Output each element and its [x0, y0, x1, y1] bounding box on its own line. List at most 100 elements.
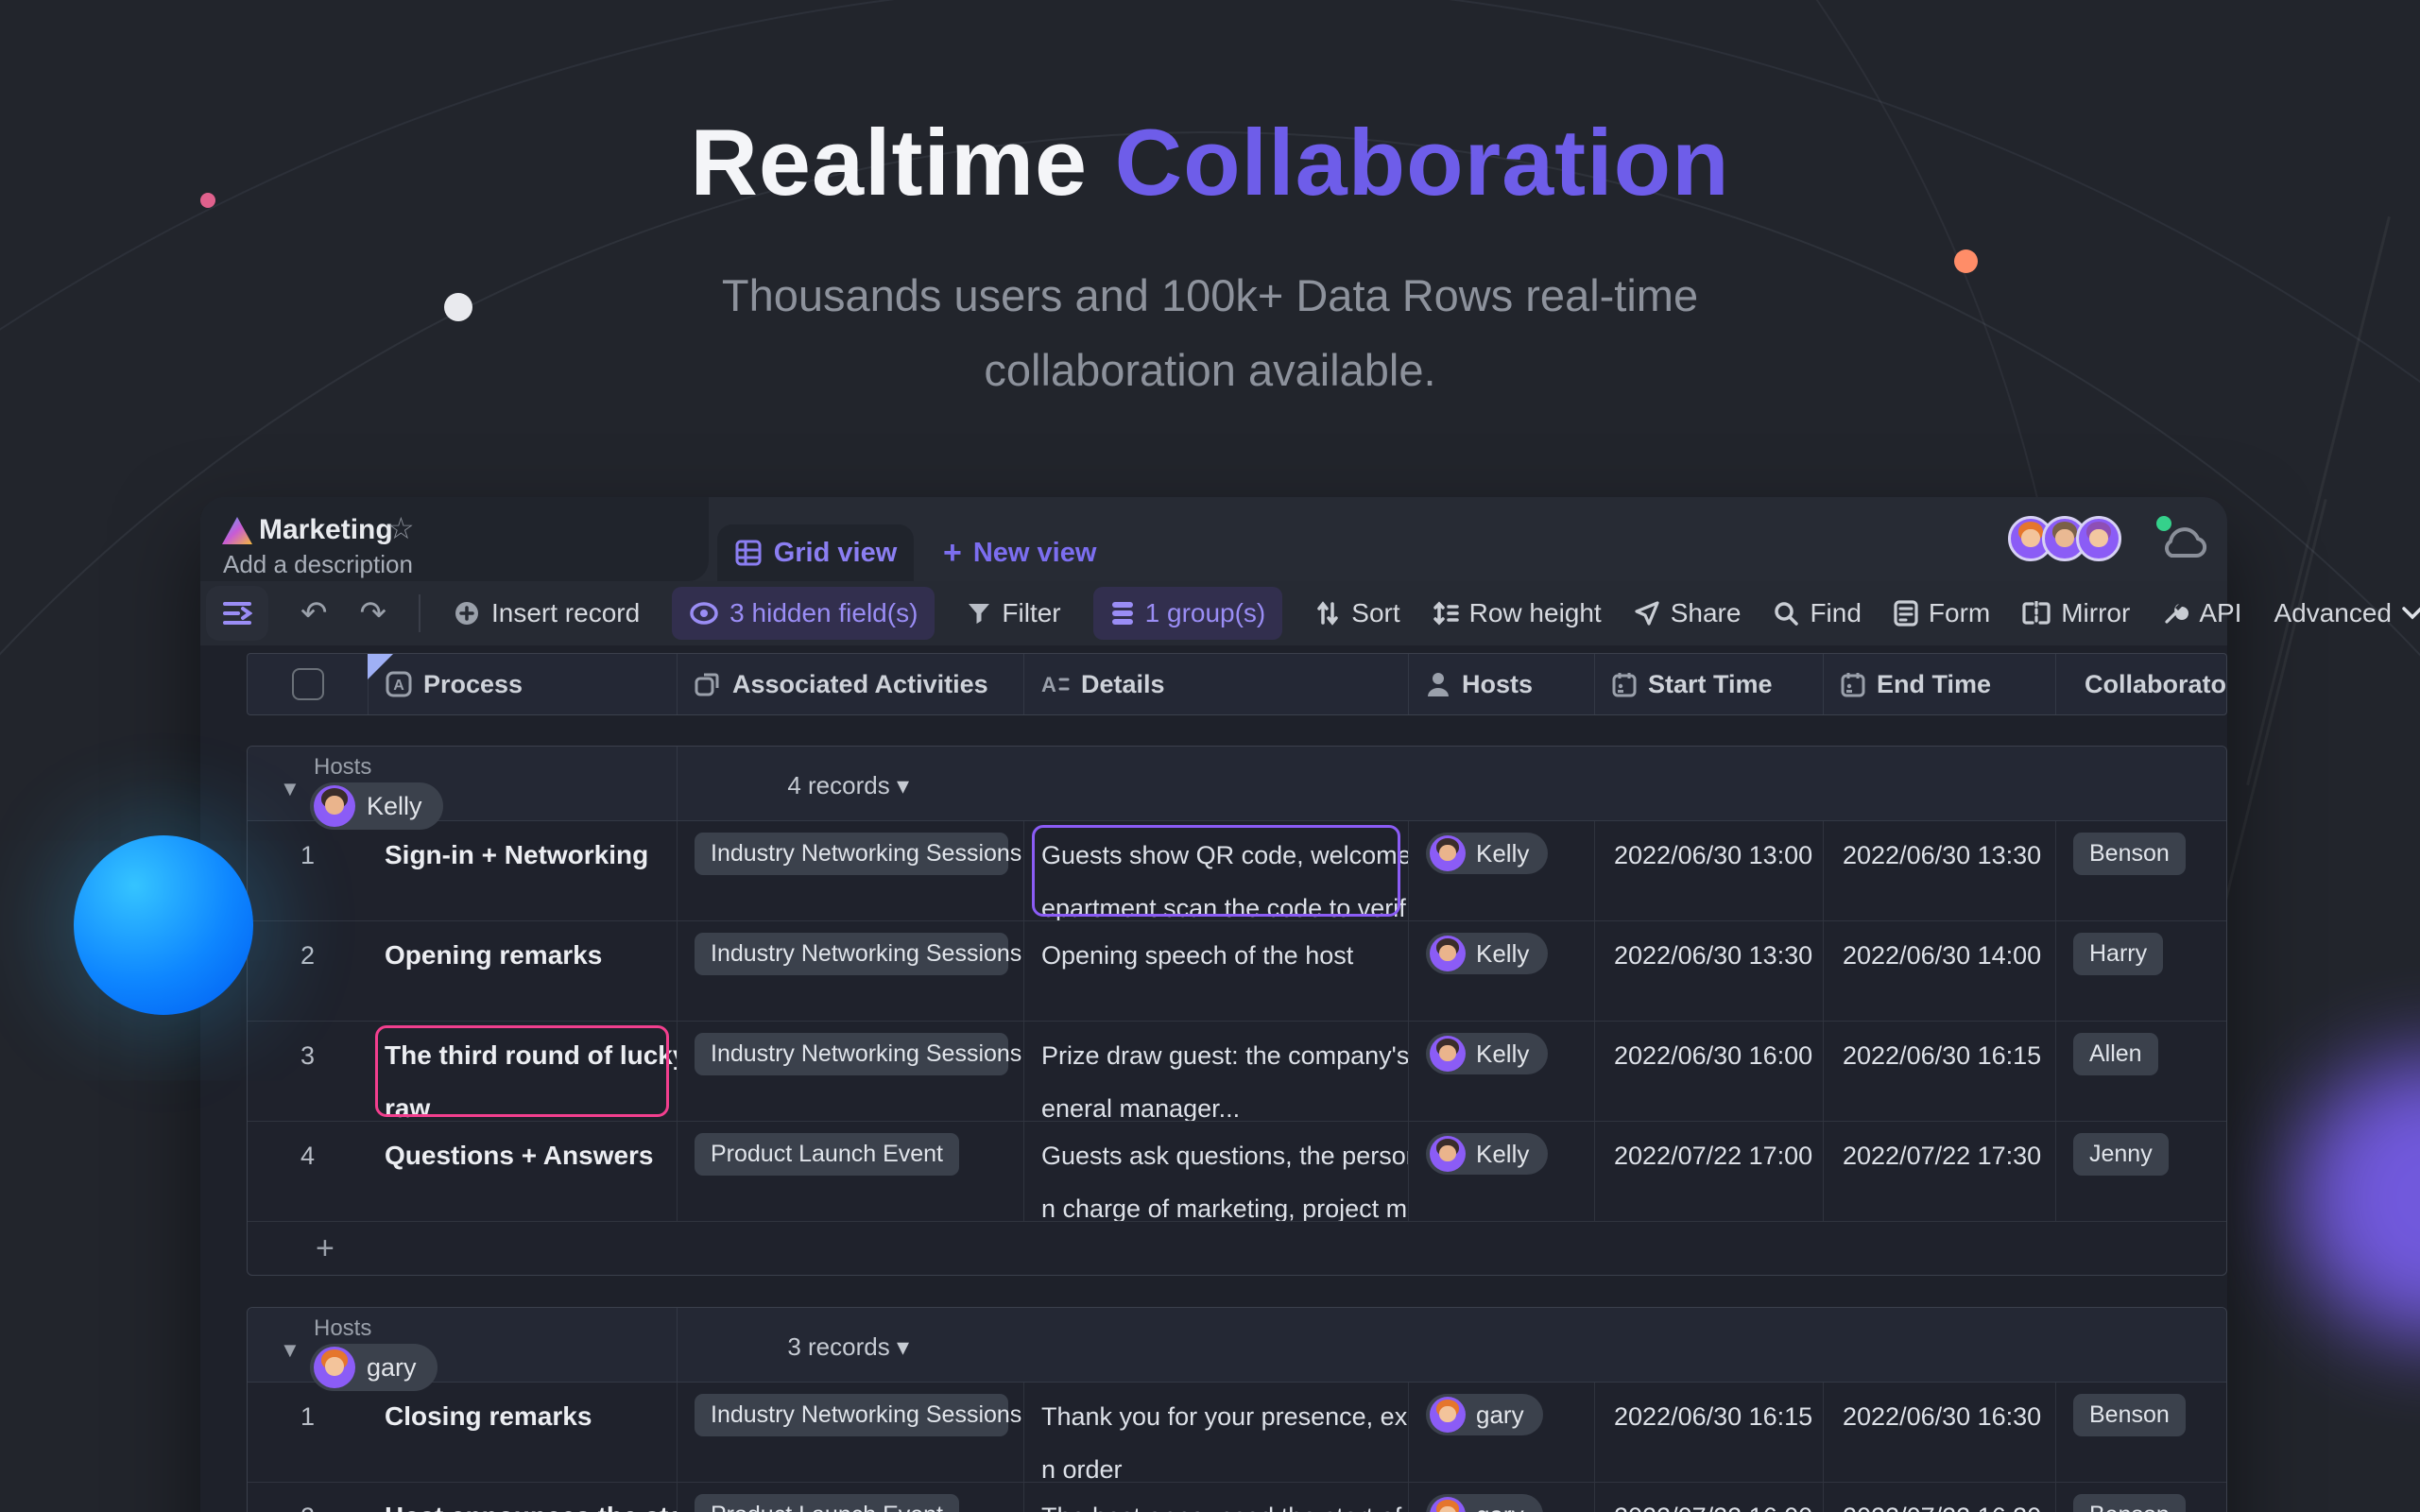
table-row[interactable]: 1 Closing remarks Industry Networking Se… — [248, 1383, 2226, 1482]
table-row[interactable]: 4 Questions + Answers Product Launch Eve… — [248, 1121, 2226, 1221]
cell-collaborator[interactable]: Benson — [2055, 821, 2228, 920]
row-number: 2 — [300, 941, 316, 970]
cell-hosts[interactable]: Kelly — [1408, 821, 1594, 920]
sort-button[interactable]: Sort — [1314, 598, 1400, 628]
column-header-associated-activities[interactable]: Associated Activities — [677, 654, 1023, 714]
page-title: Realtime Collaboration — [690, 110, 1730, 215]
cell-start-time[interactable]: 2022/06/30 16:15 — [1594, 1383, 1823, 1482]
column-header-collaborator[interactable]: Collaborator — [2055, 654, 2226, 714]
cell-collaborator[interactable]: Benson — [2055, 1383, 2228, 1482]
cell-start-time[interactable]: 2022/07/22 16:00 — [1594, 1483, 1823, 1512]
collapse-sidebar-icon — [223, 602, 252, 625]
cell-details[interactable]: Guests show QR code, welcome d epartment… — [1023, 821, 1408, 920]
insert-record-button[interactable]: Insert record — [453, 598, 640, 628]
cell-process[interactable]: The third round of lucky d raw — [368, 1022, 677, 1121]
group-record-count[interactable]: 3 records ▾ — [644, 1332, 909, 1362]
svg-text:A: A — [393, 678, 404, 694]
cell-process[interactable]: Opening remarks — [368, 921, 677, 1021]
avatar-kelly — [1430, 835, 1466, 871]
cell-associated-activity[interactable]: Industry Networking Sessions — [677, 1022, 1023, 1121]
cell-associated-activity[interactable]: Industry Networking Sessions — [677, 921, 1023, 1021]
new-view-button[interactable]: + New view — [943, 535, 1096, 572]
date-icon — [1841, 673, 1865, 697]
cell-details[interactable]: Thank you for your presence, exit i n or… — [1023, 1383, 1408, 1482]
group-field-label: Hosts — [314, 754, 372, 780]
advanced-button[interactable]: Advanced — [2274, 598, 2420, 628]
collaborator-avatars[interactable] — [2008, 516, 2121, 561]
column-header-start-time[interactable]: Start Time — [1594, 654, 1823, 714]
cell-start-time[interactable]: 2022/06/30 16:00 — [1594, 1022, 1823, 1121]
form-icon — [1894, 600, 1918, 627]
blue-sphere-decoration — [74, 835, 253, 1015]
cell-process[interactable]: Questions + Answers — [368, 1122, 677, 1221]
column-header-process[interactable]: A Process — [368, 654, 677, 714]
cell-end-time[interactable]: 2022/07/22 16:30 — [1823, 1483, 2055, 1512]
collapse-group-icon[interactable]: ▼ — [280, 1338, 300, 1363]
row-height-button[interactable]: Row height — [1433, 598, 1602, 628]
column-header-details[interactable]: A Details — [1023, 654, 1408, 714]
cell-details[interactable]: Guests ask questions, the person i n cha… — [1023, 1122, 1408, 1221]
cell-end-time[interactable]: 2022/06/30 14:00 — [1823, 921, 2055, 1021]
cell-end-time[interactable]: 2022/06/30 16:15 — [1823, 1022, 2055, 1121]
find-button[interactable]: Find — [1773, 598, 1862, 628]
avatar-kelly — [1430, 936, 1466, 971]
cell-collaborator[interactable]: Allen — [2055, 1022, 2228, 1121]
collapse-group-icon[interactable]: ▼ — [280, 777, 300, 801]
redo-button[interactable]: ↷ — [360, 597, 387, 629]
select-all-checkbox[interactable] — [248, 654, 368, 714]
table-row[interactable]: 2 Host announces the start Product Launc… — [248, 1482, 2226, 1512]
group-header: ▼ Hosts gary 3 records ▾ — [248, 1308, 2226, 1391]
sync-status[interactable] — [2154, 516, 2211, 563]
cell-process[interactable]: Closing remarks — [368, 1383, 677, 1482]
avatar-purple — [2076, 516, 2121, 561]
star-icon[interactable]: ☆ — [387, 510, 415, 546]
cell-associated-activity[interactable]: Industry Networking Sessions — [677, 821, 1023, 920]
group-button[interactable]: 1 group(s) — [1092, 587, 1283, 640]
mirror-button[interactable]: Mirror — [2022, 598, 2130, 628]
cell-hosts[interactable]: Kelly — [1408, 921, 1594, 1021]
cell-end-time[interactable]: 2022/07/22 17:30 — [1823, 1122, 2055, 1221]
cell-details[interactable]: Opening speech of the host — [1023, 921, 1408, 1021]
column-header-hosts[interactable]: Hosts — [1408, 654, 1594, 714]
hidden-fields-button[interactable]: 3 hidden field(s) — [672, 587, 935, 640]
table-row[interactable]: 1 Sign-in + Networking Industry Networki… — [248, 821, 2226, 920]
cell-end-time[interactable]: 2022/06/30 16:30 — [1823, 1383, 2055, 1482]
api-button[interactable]: API — [2162, 598, 2241, 628]
cell-hosts[interactable]: gary — [1408, 1483, 1594, 1512]
cell-start-time[interactable]: 2022/06/30 13:00 — [1594, 821, 1823, 920]
share-button[interactable]: Share — [1634, 598, 1741, 628]
cell-start-time[interactable]: 2022/06/30 13:30 — [1594, 921, 1823, 1021]
cell-associated-activity[interactable]: Industry Networking Sessions — [677, 1383, 1023, 1482]
add-record-row[interactable]: + — [248, 1221, 2226, 1275]
cell-hosts[interactable]: Kelly — [1408, 1022, 1594, 1121]
table-row[interactable]: 3 The third round of lucky d raw Industr… — [248, 1021, 2226, 1121]
cell-associated-activity[interactable]: Product Launch Event — [677, 1122, 1023, 1221]
avatar-kelly — [1430, 1136, 1466, 1172]
form-button[interactable]: Form — [1894, 598, 1990, 628]
base-description[interactable]: Add a description — [223, 550, 413, 579]
plus-icon: + — [943, 535, 962, 571]
cell-hosts[interactable]: Kelly — [1408, 1122, 1594, 1221]
group-record-count[interactable]: 4 records ▾ — [644, 771, 909, 800]
row-number: 1 — [300, 1402, 316, 1431]
cell-collaborator[interactable]: Jenny — [2055, 1122, 2228, 1221]
window-header: Marketing ☆ Add a description Grid view … — [200, 497, 2227, 581]
table-row[interactable]: 2 Opening remarks Industry Networking Se… — [248, 920, 2226, 1021]
undo-button[interactable]: ↶ — [300, 597, 328, 629]
cell-process[interactable]: Host announces the start — [368, 1483, 677, 1512]
grid-table: A Process Associated Activities A Detail… — [247, 653, 2227, 1512]
cell-details[interactable]: Prize draw guest: the company's g eneral… — [1023, 1022, 1408, 1121]
cell-end-time[interactable]: 2022/06/30 13:30 — [1823, 821, 2055, 920]
cell-associated-activity[interactable]: Product Launch Event — [677, 1483, 1023, 1512]
base-info-panel: Marketing ☆ Add a description — [200, 497, 709, 581]
cell-collaborator[interactable]: Harry — [2055, 921, 2228, 1021]
tab-grid-view[interactable]: Grid view — [717, 524, 914, 581]
cell-collaborator[interactable]: Benson — [2055, 1483, 2228, 1512]
cell-start-time[interactable]: 2022/07/22 17:00 — [1594, 1122, 1823, 1221]
column-header-end-time[interactable]: End Time — [1823, 654, 2055, 714]
cell-hosts[interactable]: gary — [1408, 1383, 1594, 1482]
cell-details[interactable]: The host announced the start of th — [1023, 1483, 1408, 1512]
cell-process[interactable]: Sign-in + Networking — [368, 821, 677, 920]
collapse-sidebar-button[interactable] — [206, 586, 268, 641]
filter-button[interactable]: Filter — [967, 598, 1061, 628]
